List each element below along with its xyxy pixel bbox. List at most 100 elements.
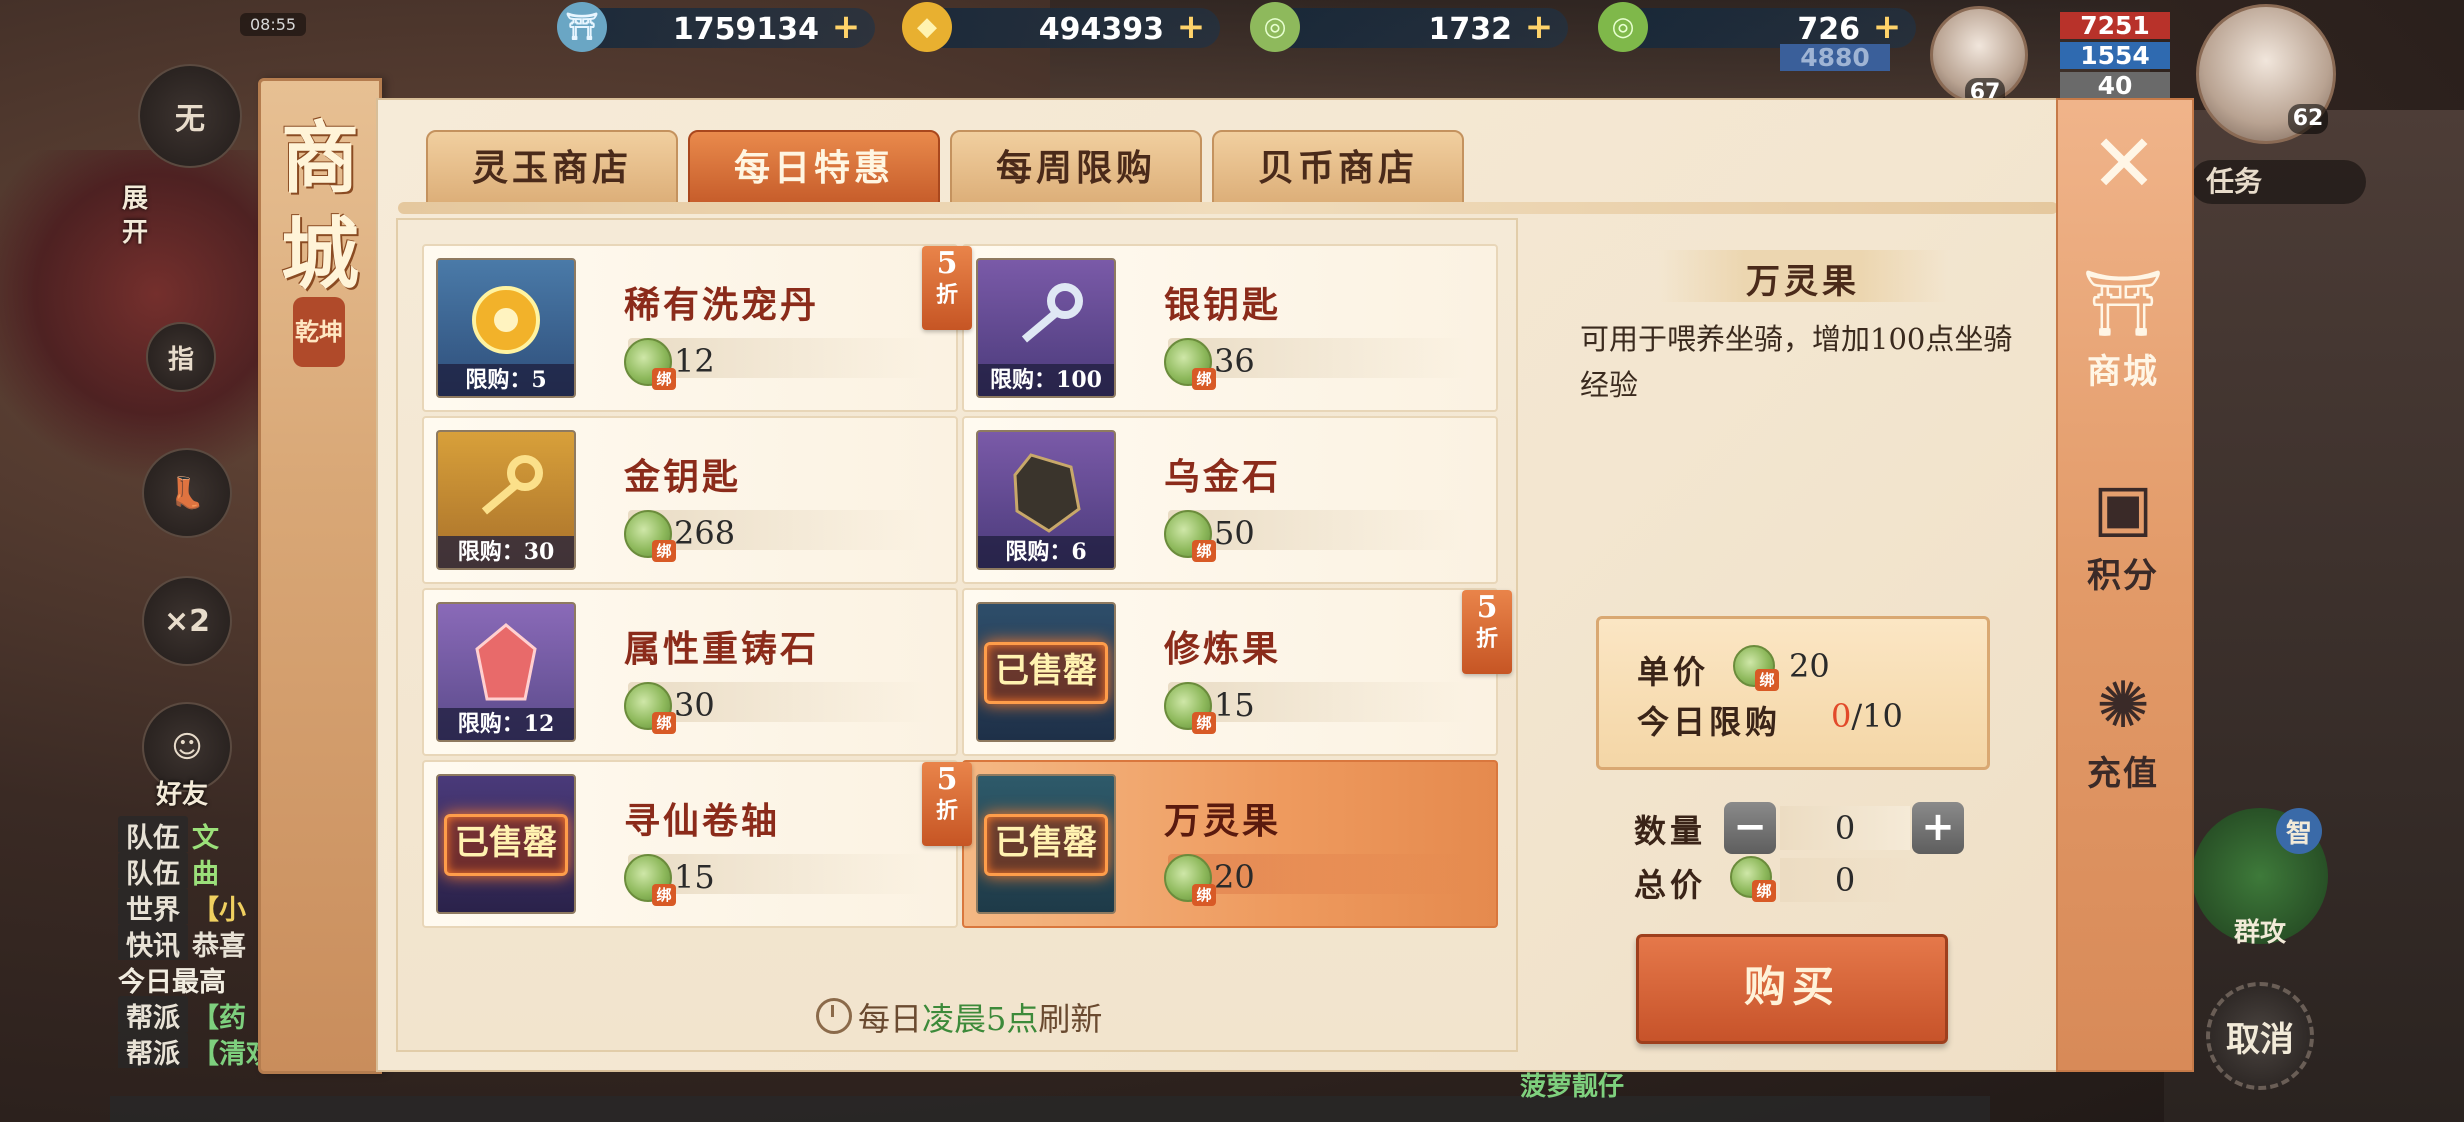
player-level: 62 <box>2288 104 2328 134</box>
friends-label: 好友 <box>156 780 209 810</box>
item-grid: 限购：5 稀有洗宠丹 12 限购：100 银钥匙 36 限购：30 金钥匙 <box>396 218 1518 1052</box>
add-currency-button[interactable]: + <box>1522 10 1556 44</box>
silver-key-icon <box>996 274 1096 366</box>
discount-unit: 折 <box>1475 626 1498 652</box>
gold-key-icon <box>456 446 556 538</box>
item-price: 12 <box>674 342 715 380</box>
close-icon[interactable]: ✕ <box>2076 116 2172 212</box>
nav-item-recharge[interactable]: ✺ 充值 <box>2064 666 2182 795</box>
discount-number: 5 <box>936 762 958 797</box>
daily-bought-count: 0 <box>1831 697 1852 735</box>
boot-icon[interactable]: 👢 <box>142 448 232 538</box>
refresh-prefix: 每日 <box>858 1000 923 1038</box>
cancel-button[interactable]: 取消 <box>2206 982 2314 1090</box>
bound-jade-coin-icon <box>624 338 676 390</box>
courtyard-background <box>2164 110 2464 1122</box>
chat-channel: 队伍 <box>118 852 188 888</box>
item-price: 268 <box>674 514 736 552</box>
add-currency-button[interactable]: + <box>1870 10 1904 44</box>
chat-channel: 帮派 <box>118 996 188 1032</box>
discount-unit: 折 <box>935 798 958 824</box>
item-thumbnail: 限购：6 <box>976 430 1116 570</box>
daily-limit-label: 今日限购 <box>1637 703 1782 741</box>
add-currency-button[interactable]: + <box>829 10 863 44</box>
chat-channel: 快讯 <box>118 924 188 960</box>
shop-item[interactable]: 已售罄 寻仙卷轴 15 <box>422 760 958 928</box>
purchase-limit: 限购：100 <box>978 364 1114 396</box>
item-price: 15 <box>674 858 715 896</box>
discount-number: 5 <box>936 246 958 281</box>
guide-button[interactable]: 指 <box>146 322 216 392</box>
dragon-recharge-icon: ✺ <box>2096 669 2150 743</box>
discount-unit: 折 <box>935 282 958 308</box>
tab-weekly-limited[interactable]: 每周限购 <box>950 130 1202 206</box>
discount-tag: 5 折 <box>1462 590 1512 674</box>
shop-item-selected[interactable]: 已售罄 万灵果 20 <box>962 760 1498 928</box>
bound-jade-coin-icon <box>1164 854 1216 906</box>
currency-jade[interactable]: ◎ 726 + <box>1598 2 1916 52</box>
currency-value: 1732 <box>1428 12 1513 47</box>
shop-seal: 乾坤 <box>293 297 345 367</box>
nav-label: 积分 <box>2087 556 2159 596</box>
tab-shell-shop[interactable]: 贝币商店 <box>1212 130 1464 206</box>
refresh-time: 凌晨5点 <box>922 1000 1039 1038</box>
black-ore-icon <box>996 446 1096 538</box>
item-price: 15 <box>1214 686 1255 724</box>
currency-gold-ingot[interactable]: ◆ 494393 + <box>902 2 1220 52</box>
speed-toggle-button[interactable]: ×2 <box>142 576 232 666</box>
team-mode-label: 无 <box>175 102 205 137</box>
tab-jade-shop[interactable]: 灵玉商店 <box>426 130 678 206</box>
add-currency-button[interactable]: + <box>1174 10 1208 44</box>
chat-text: 文 <box>192 823 219 852</box>
chat-text: 今日最高 <box>118 967 226 996</box>
sold-out-stamp: 已售罄 <box>984 642 1108 704</box>
shop-title: 商城 <box>280 113 359 300</box>
shop-item[interactable]: 限购：12 属性重铸石 30 <box>422 588 958 756</box>
item-thumbnail: 限购：30 <box>436 430 576 570</box>
guide-label: 指 <box>167 344 194 375</box>
chat-text: 曲 <box>192 859 219 888</box>
nav-label: 充值 <box>2087 754 2159 794</box>
increase-quantity-button[interactable]: + <box>1912 802 1964 854</box>
shop-item[interactable]: 限购：100 银钥匙 36 <box>962 244 1498 412</box>
shop-item[interactable]: 已售罄 修炼果 15 <box>962 588 1498 756</box>
bound-jade-coin-icon <box>1164 510 1216 562</box>
currency-value: 494393 <box>1038 12 1164 47</box>
expand-button[interactable]: 展开 <box>122 182 162 250</box>
nav-item-shop[interactable]: ⛩ 商城 <box>2064 264 2182 393</box>
price-card: 单价 20 今日限购 0/10 <box>1596 616 1990 770</box>
item-thumbnail: 限购：100 <box>976 258 1116 398</box>
shop-item[interactable]: 限购：30 金钥匙 268 <box>422 416 958 584</box>
bound-jade-coin-icon <box>624 682 676 734</box>
quantity-input[interactable]: 0 <box>1780 806 1910 850</box>
chat-text: 【药 <box>192 1003 246 1032</box>
buy-button[interactable]: 购买 <box>1636 934 1948 1044</box>
shop-item[interactable]: 限购：5 稀有洗宠丹 12 <box>422 244 958 412</box>
discount-tag: 5 折 <box>922 762 972 846</box>
task-button[interactable]: 任务 <box>2190 160 2366 204</box>
item-thumbnail: 限购：5 <box>436 258 576 398</box>
sold-out-stamp: 已售罄 <box>444 814 568 876</box>
tab-daily-deals[interactable]: 每日特惠 <box>688 130 940 206</box>
alarm-clock-icon <box>816 998 852 1034</box>
total-price-value: 0 <box>1780 858 1910 902</box>
item-name: 万灵果 <box>1164 800 1282 842</box>
nav-item-points[interactable]: ▣ 积分 <box>2064 468 2182 597</box>
item-name: 乌金石 <box>1164 456 1282 498</box>
points-chest-icon: ▣ <box>2092 471 2154 545</box>
chat-channel: 世界 <box>118 888 188 924</box>
item-name: 金钥匙 <box>624 456 742 498</box>
currency-bound-jade[interactable]: ◎ 1732 + <box>1250 2 1568 52</box>
chat-channel: 队伍 <box>118 816 188 852</box>
currency-value: 726 <box>1797 12 1860 47</box>
item-name: 修炼果 <box>1164 628 1282 670</box>
refresh-suffix: 刷新 <box>1038 1000 1103 1038</box>
purchase-limit: 限购：6 <box>978 536 1114 568</box>
shop-item[interactable]: 限购：6 乌金石 50 <box>962 416 1498 584</box>
daily-limit-value: 0/10 <box>1831 697 1903 735</box>
team-mode-button[interactable]: 无 <box>138 64 242 168</box>
decrease-quantity-button[interactable]: − <box>1724 802 1776 854</box>
currency-jade-gate[interactable]: ⛩ 1759134 + <box>557 2 875 52</box>
shop-hall-icon: ⛩ <box>2082 267 2164 341</box>
item-price: 50 <box>1214 514 1255 552</box>
